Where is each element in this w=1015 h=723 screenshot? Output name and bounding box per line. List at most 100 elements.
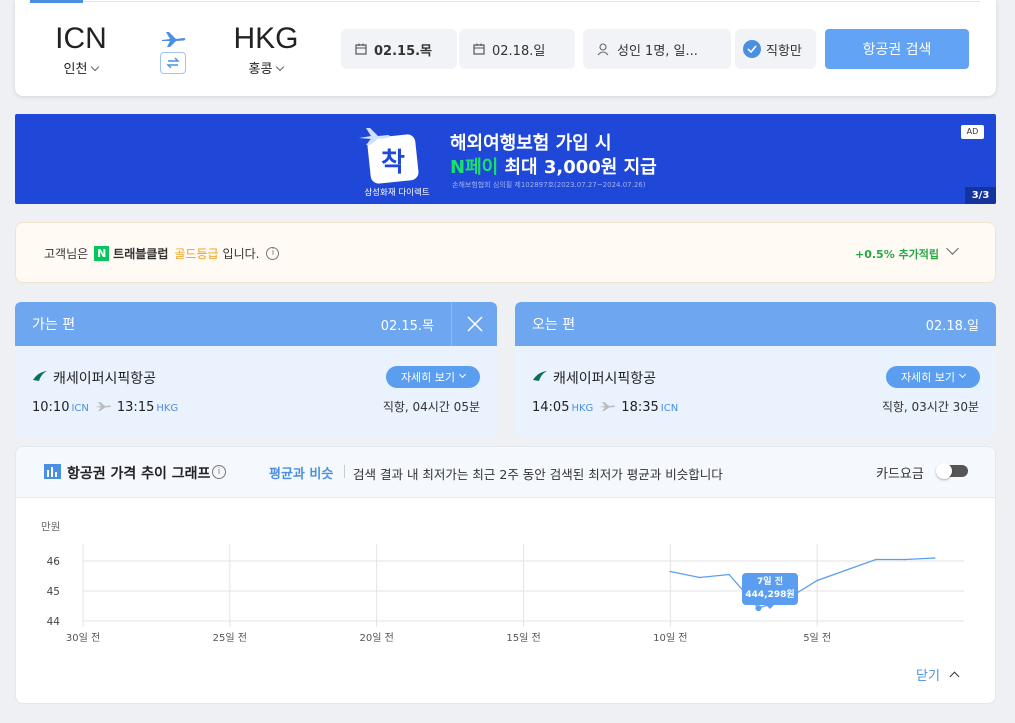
airplane-icon [94, 402, 111, 411]
outbound-depart-airport: ICN [71, 403, 89, 414]
data-point [816, 579, 818, 582]
chevron-down-icon[interactable] [946, 242, 959, 255]
y-axis-label: 만원 [41, 521, 60, 533]
inbound-header: 오는 편 02.18.일 [515, 302, 996, 346]
swap-button[interactable] [160, 52, 186, 74]
inbound-depart-airport: HKG [571, 403, 594, 414]
banner-fineprint: 손해보험협회 심의필 제102897호(2023.07.27~2024.07.2… [452, 181, 646, 189]
chevron-down-icon [459, 370, 467, 378]
outbound-airline: 캐세이퍼시픽항공 [53, 371, 157, 387]
return-date: 02.18.일 [492, 43, 546, 59]
origin-city: 인천 [63, 62, 88, 77]
y-tick-label: 44 [47, 616, 61, 628]
x-tick-label: 5일 전 [803, 632, 831, 644]
close-icon [466, 316, 483, 332]
status-divider [344, 465, 345, 478]
origin-selector[interactable]: ICN 인천 [50, 22, 112, 77]
outbound-label: 가는 편 [32, 317, 76, 333]
return-date-field[interactable]: 02.18.일 [459, 29, 575, 69]
data-point [845, 569, 848, 571]
airplane-icon [160, 30, 188, 52]
banner-subtitle-highlight: N페이 [450, 157, 499, 178]
inbound-label: 오는 편 [532, 317, 576, 333]
destination-city: 홍콩 [248, 62, 273, 77]
data-point [933, 557, 936, 559]
inbound-card: 오는 편 02.18.일 캐세이퍼시픽항공 14:05 HKG 18:35 IC… [515, 302, 996, 438]
outbound-duration: 직항, 04시간 05분 [382, 400, 480, 414]
bar-chart-icon [44, 464, 61, 479]
direct-only-toggle[interactable]: 직항만 [735, 29, 816, 69]
inbound-date: 02.18.일 [925, 318, 979, 334]
grade-prefix: 고객님은 [44, 247, 89, 261]
outbound-arrive-airport: HKG [156, 403, 179, 414]
chevron-down-icon [276, 62, 285, 72]
cathay-logo-icon [33, 371, 47, 381]
insurance-ad-banner[interactable]: 착 삼성화재 다이렉트 해외여행보험 가입 시 N페이 최대 3,000원 지급… [15, 114, 996, 204]
outbound-times: 10:10 ICN 13:15 HKG [32, 400, 178, 415]
ad-badge: AD [961, 125, 984, 139]
passenger-field[interactable]: 성인 1명, 일... [583, 29, 731, 69]
depart-date: 02.15.목 [374, 43, 433, 59]
x-tick-label: 30일 전 [66, 632, 100, 644]
banner-subtitle-rest: 최대 3,000원 지급 [498, 157, 657, 178]
x-tick-label: 15일 전 [506, 632, 540, 644]
inbound-airline: 캐세이퍼시픽항공 [553, 371, 657, 387]
passenger-summary: 성인 1명, 일... [617, 43, 698, 59]
data-point [728, 573, 730, 576]
check-circle-icon [743, 40, 761, 58]
price-description: 검색 결과 내 최저가는 최근 2주 동안 검색된 최저가 평균과 비슷합니다 [353, 467, 723, 482]
club-name: 트래블클럽 [113, 247, 169, 261]
bonus-rate: +0.5% 추가적립 [855, 248, 940, 261]
tooltip-price: 444,298원 [745, 590, 795, 600]
insurance-logo: 착 삼성화재 다이렉트 [357, 122, 437, 200]
x-tick-label: 25일 전 [213, 632, 247, 644]
inbound-arrive-airport: ICN [660, 403, 679, 414]
price-trend-header: 항공권 가격 추이 그래프 i 평균과 비슷 검색 결과 내 최저가는 최근 2… [16, 447, 995, 498]
inbound-arrive-time: 18:35 [621, 400, 659, 415]
close-graph-label: 닫기 [916, 669, 940, 684]
price-trend-chart: 만원 44 45 46 30일 전 25일 전 20일 전 15일 전 10일 전 5일 전 [41, 521, 964, 644]
price-status: 평균과 비슷 [269, 467, 334, 482]
outbound-detail-button[interactable]: 자세히 보기 [386, 366, 480, 388]
x-tick-label: 10일 전 [653, 632, 687, 644]
outbound-body[interactable]: 캐세이퍼시픽항공 10:10 ICN 13:15 HKG 자세히 보기 직항, … [15, 346, 497, 438]
depart-date-field[interactable]: 02.15.목 [341, 29, 457, 69]
detail-button-label: 자세히 보기 [900, 371, 956, 384]
card-price-toggle[interactable] [936, 463, 968, 479]
tooltip-day: 7일 전 [757, 577, 783, 587]
data-point [669, 570, 672, 573]
info-icon[interactable]: i [266, 247, 280, 260]
inbound-body[interactable]: 캐세이퍼시픽항공 14:05 HKG 18:35 ICN 자세히 보기 직항, … [515, 346, 996, 438]
grade-suffix: 입니다. [222, 247, 260, 261]
data-point [698, 576, 701, 579]
inbound-depart-time: 14:05 [532, 400, 570, 415]
outbound-date: 02.15.목 [380, 318, 434, 334]
banner-page-indicator: 3/3 [965, 187, 996, 204]
search-flights-button[interactable]: 항공권 검색 [825, 29, 969, 69]
origin-code: ICN [55, 22, 107, 55]
close-graph-button[interactable]: 닫기 [916, 665, 960, 684]
membership-grade-bar: 고객님은 N 트래블클럽 골드등급 입니다. i +0.5% 추가적립 [15, 222, 996, 283]
close-button[interactable] [451, 302, 497, 346]
destination-selector[interactable]: HKG 홍콩 [230, 22, 302, 77]
calendar-icon [473, 43, 485, 55]
destination-code: HKG [233, 22, 299, 55]
grade-message: 고객님은 N 트래블클럽 골드등급 입니다. i [44, 245, 280, 262]
inbound-detail-button[interactable]: 자세히 보기 [886, 366, 980, 388]
chevron-down-icon [959, 370, 967, 378]
tier-name: 골드등급 [174, 247, 219, 261]
outbound-card: 가는 편 02.15.목 캐세이퍼시픽항공 10:10 ICN 13:15 HK… [15, 302, 497, 438]
detail-button-label: 자세히 보기 [400, 371, 456, 384]
data-point [875, 558, 877, 561]
inbound-times: 14:05 HKG 18:35 ICN [532, 400, 678, 415]
price-trend-card: 항공권 가격 추이 그래프 i 평균과 비슷 검색 결과 내 최저가는 최근 2… [15, 446, 996, 704]
direct-only-label: 직항만 [766, 43, 802, 59]
person-icon [597, 42, 609, 55]
info-icon[interactable]: i [212, 465, 226, 479]
price-line [670, 557, 935, 609]
outbound-arrive-time: 13:15 [116, 400, 155, 415]
chevron-down-icon [91, 62, 100, 72]
logo-char: 착 [381, 148, 405, 178]
airplane-icon [599, 402, 616, 411]
y-tick-label: 46 [47, 556, 61, 568]
